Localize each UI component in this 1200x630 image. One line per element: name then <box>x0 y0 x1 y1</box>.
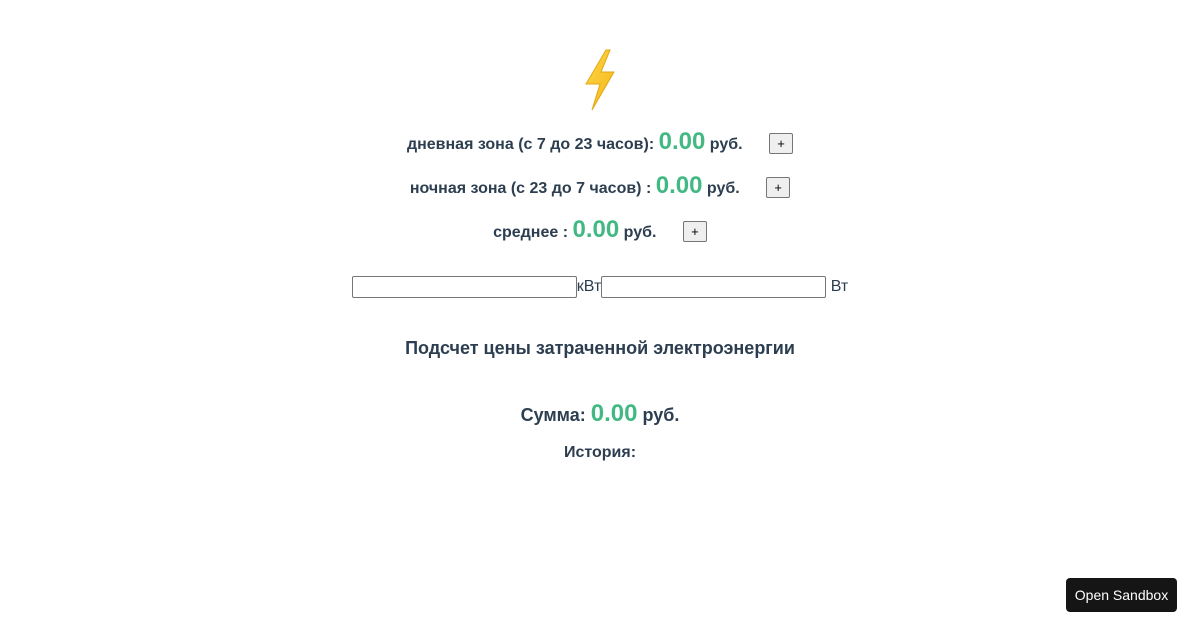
add-day-rate-button[interactable]: + <box>769 133 794 155</box>
high-voltage-icon <box>585 49 615 111</box>
average-rate-amount: 0.00 <box>572 216 620 243</box>
average-rate-row: среднее : 0.00 руб. + <box>0 216 1200 244</box>
open-sandbox-button[interactable]: Open Sandbox <box>1066 578 1177 612</box>
power-inputs-row: кВт Вт <box>0 276 1200 298</box>
sum-amount: 0.00 <box>590 400 638 427</box>
day-rate-amount: 0.00 <box>658 128 706 155</box>
average-rate-label: среднее : <box>493 224 569 241</box>
kw-unit-label: кВт <box>576 278 602 295</box>
history-label: История: <box>563 444 637 461</box>
page-title: Подсчет цены затраченной электроэнергии <box>405 338 795 358</box>
day-rate-row: дневная зона (с 7 до 23 часов): 0.00 руб… <box>0 128 1200 156</box>
night-rate-currency: руб. <box>706 180 740 197</box>
sum-row: Сумма: 0.00 руб. <box>0 400 1200 428</box>
day-rate-currency: руб. <box>709 136 743 153</box>
night-rate-row: ночная зона (с 23 до 7 часов) : 0.00 руб… <box>0 172 1200 200</box>
app-root: дневная зона (с 7 до 23 часов): 0.00 руб… <box>0 0 1200 630</box>
sum-label: Сумма: <box>520 405 586 425</box>
add-average-rate-button[interactable]: + <box>682 221 707 243</box>
day-rate-label: дневная зона (с 7 до 23 часов): <box>406 136 655 153</box>
w-input[interactable] <box>601 276 827 298</box>
kw-input[interactable] <box>351 276 577 298</box>
night-rate-label: ночная зона (с 23 до 7 часов) : <box>409 180 652 197</box>
w-unit-label: Вт <box>830 278 849 295</box>
add-night-rate-button[interactable]: + <box>766 177 791 199</box>
sum-currency: руб. <box>642 405 680 425</box>
average-rate-currency: руб. <box>623 224 657 241</box>
night-rate-amount: 0.00 <box>655 172 703 199</box>
